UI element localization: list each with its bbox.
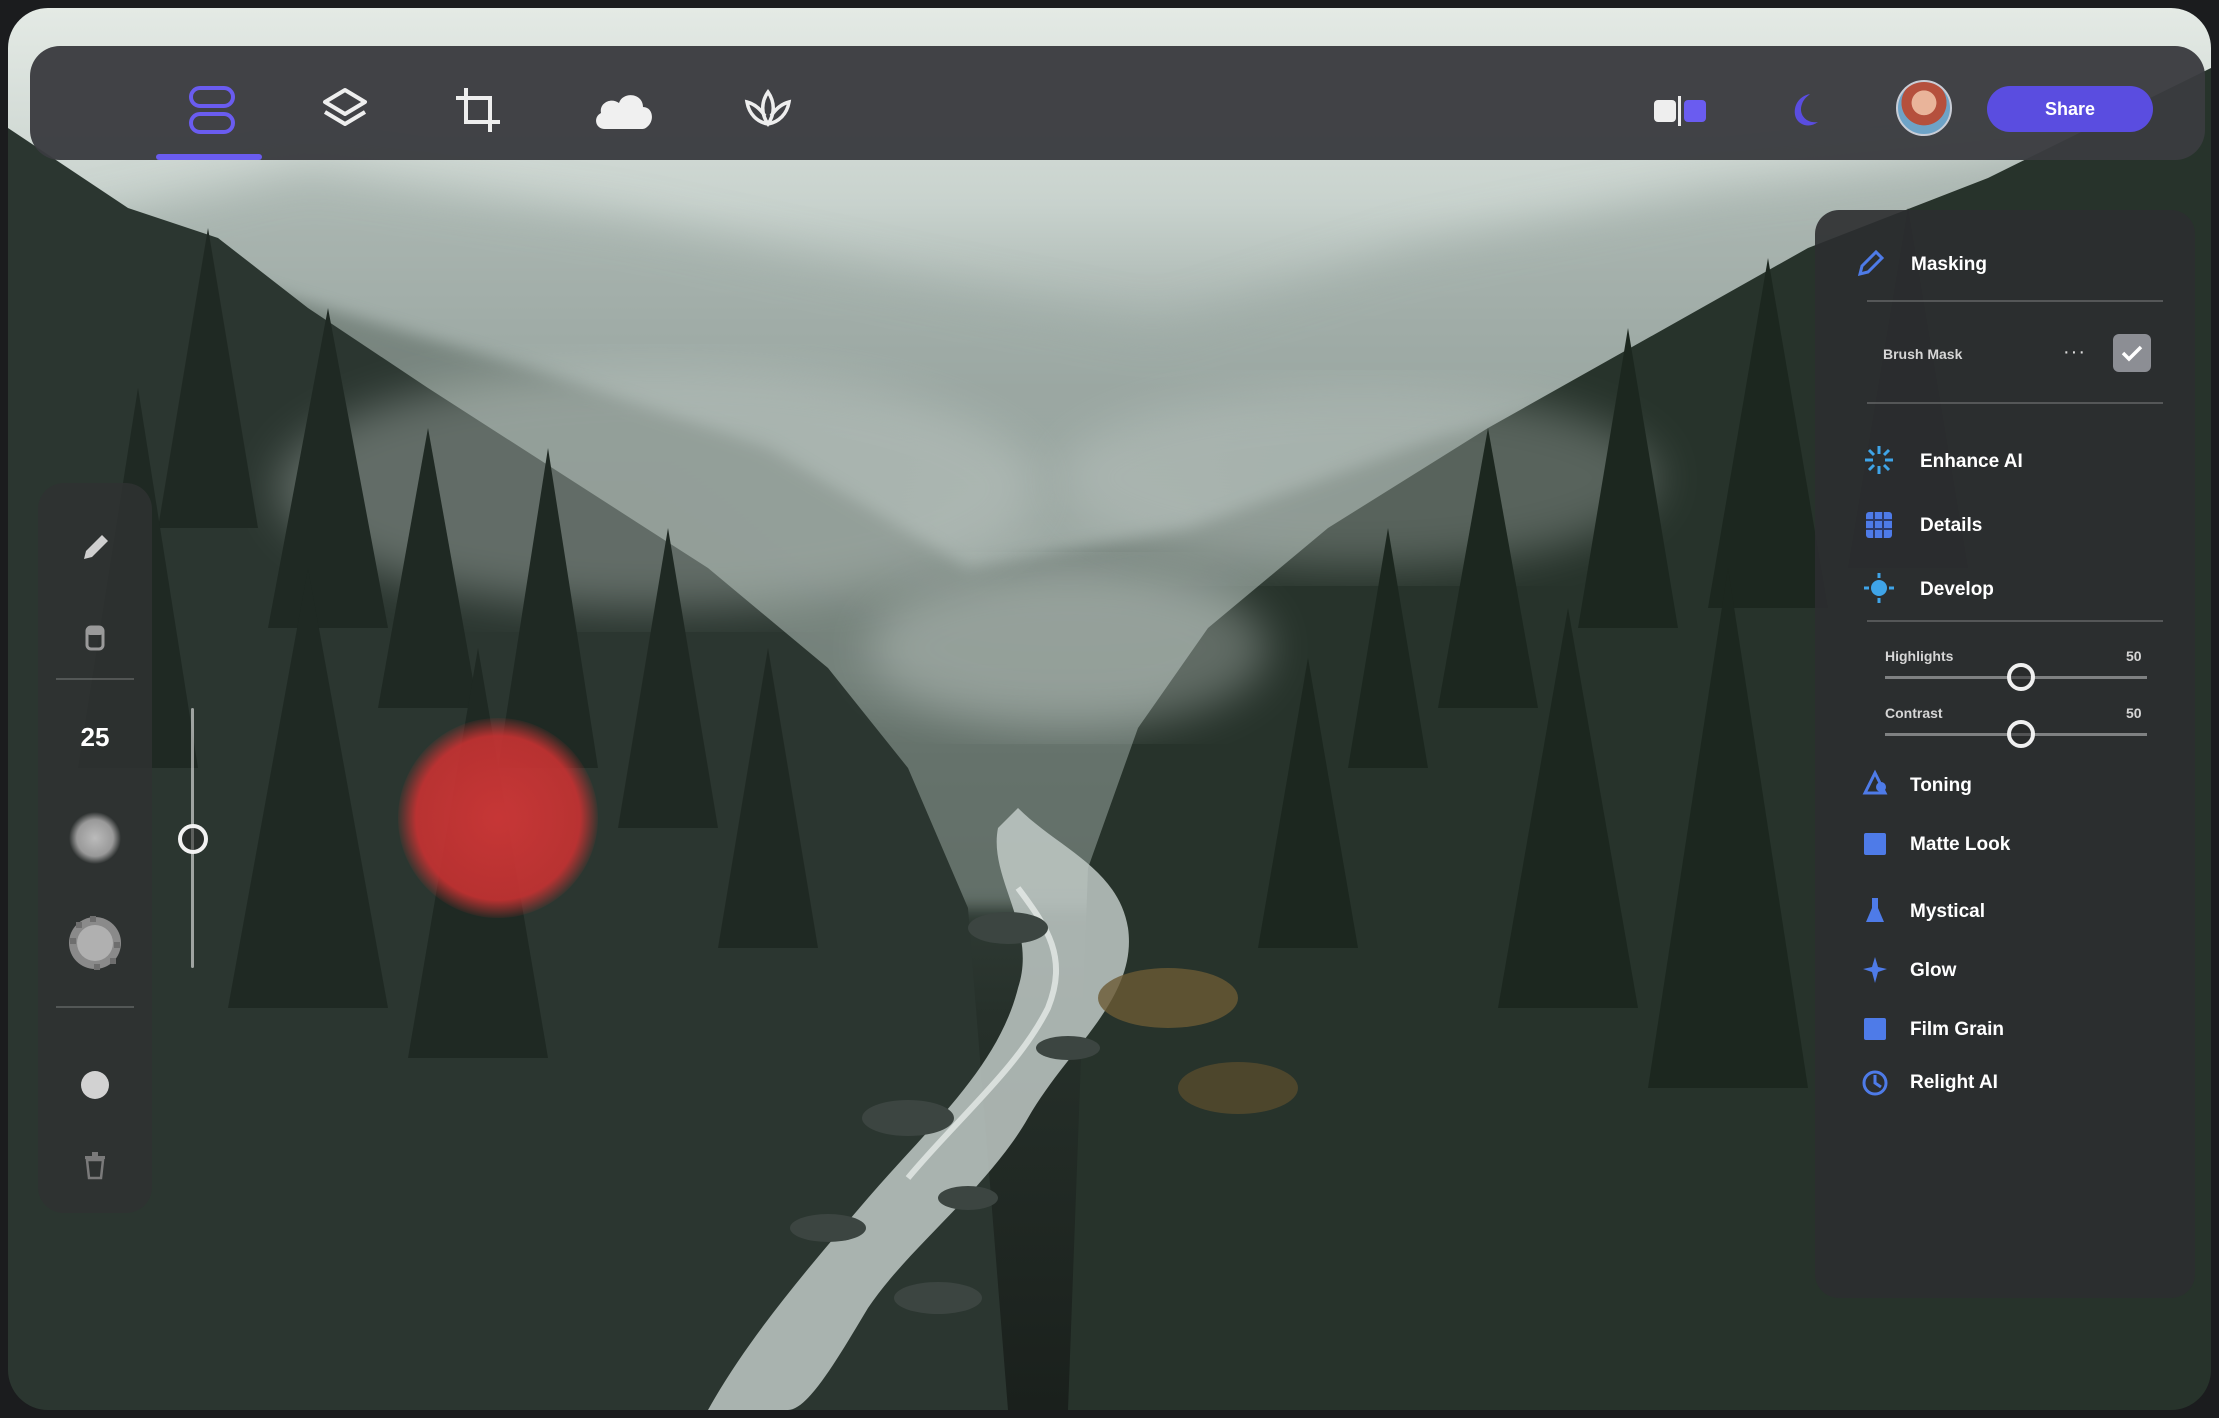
preset-mystical[interactable]: Mystical [1910, 901, 1985, 923]
share-button[interactable]: Share [1987, 86, 2153, 132]
panel-divider [1867, 300, 2163, 302]
square-icon [1859, 828, 1891, 860]
mask-options-button[interactable]: ··· [2063, 341, 2086, 364]
preset-relight-ai[interactable]: Relight AI [1910, 1072, 1998, 1094]
mask-name: Brush Mask [1883, 346, 1963, 362]
glow-icon [1859, 954, 1891, 986]
trash-icon[interactable] [38, 1140, 152, 1190]
square-icon [1859, 1013, 1891, 1045]
fill-dot-icon[interactable] [38, 1060, 152, 1110]
stack-icon[interactable] [180, 78, 244, 142]
pencil-icon[interactable] [38, 523, 152, 573]
brush-softness-icon[interactable] [38, 808, 152, 868]
menu-item-details[interactable]: Details [1920, 515, 1982, 537]
slider-value-contrast: 50 [2126, 705, 2142, 721]
photo-canvas[interactable]: Share 25 Masking Brush Mask ··· Enhance … [8, 8, 2211, 1410]
sparkle-icon [1863, 444, 1895, 476]
layers-icon[interactable] [313, 78, 377, 142]
rail-divider [56, 1006, 134, 1008]
grid-icon [1863, 509, 1895, 541]
toning-icon [1859, 767, 1891, 799]
crop-icon[interactable] [446, 78, 510, 142]
preset-glow[interactable]: Glow [1910, 960, 1956, 982]
sun-icon [1863, 572, 1895, 604]
brush-texture-icon[interactable] [38, 908, 152, 978]
moon-icon[interactable] [1770, 78, 1834, 142]
cloud-icon[interactable] [588, 78, 660, 142]
slider-label-highlights: Highlights [1885, 648, 1954, 664]
relight-icon [1859, 1067, 1891, 1099]
menu-item-develop[interactable]: Develop [1920, 579, 1994, 601]
slider-value-highlights: 50 [2126, 648, 2142, 664]
slider-label-contrast: Contrast [1885, 705, 1943, 721]
flask-icon [1859, 894, 1891, 926]
rail-divider [56, 678, 134, 680]
eraser-icon[interactable] [38, 613, 152, 663]
brush-size-value: 25 [80, 721, 110, 752]
panel-divider [1867, 620, 2163, 622]
brush-cursor [398, 718, 598, 918]
compare-toggle-icon[interactable] [1648, 78, 1712, 142]
preset-matte-look[interactable]: Matte Look [1910, 834, 2010, 856]
contrast-slider-thumb[interactable] [2007, 720, 2035, 748]
user-avatar[interactable] [1896, 80, 1952, 136]
brush-icon [1854, 248, 1886, 280]
preset-film-grain[interactable]: Film Grain [1910, 1019, 2004, 1041]
panel-divider [1867, 402, 2163, 404]
preset-toning[interactable]: Toning [1910, 775, 1972, 797]
masking-panel [1815, 210, 2195, 1298]
lotus-icon[interactable] [736, 78, 800, 142]
mask-enabled-checkbox[interactable] [2113, 334, 2151, 372]
active-tab-indicator [156, 154, 262, 160]
highlights-slider-thumb[interactable] [2007, 663, 2035, 691]
brush-size-slider-thumb[interactable] [178, 824, 208, 854]
menu-item-enhance-ai[interactable]: Enhance AI [1920, 451, 2023, 473]
panel-title: Masking [1911, 254, 1988, 275]
